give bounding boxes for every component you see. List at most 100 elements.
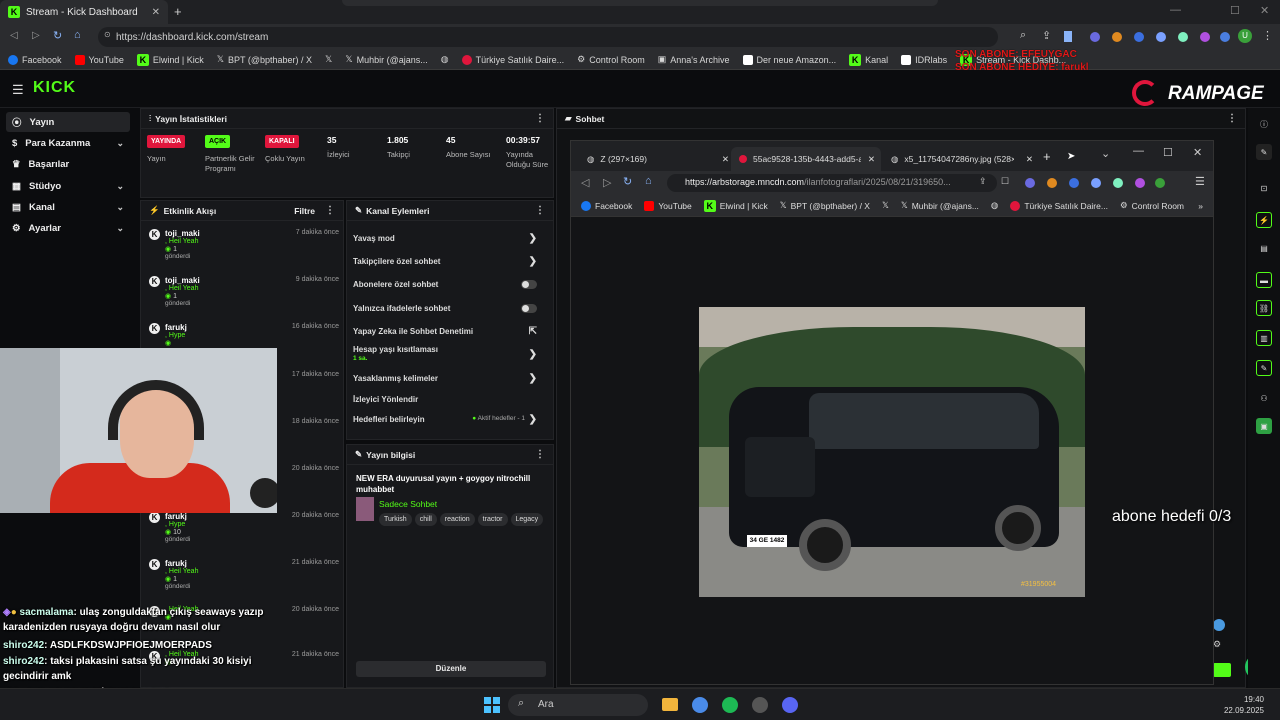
clock[interactable]: 19:40 22.09.2025 bbox=[1214, 694, 1264, 716]
bookmark-icon[interactable]: ☐ bbox=[1001, 176, 1009, 187]
extension-icon[interactable] bbox=[1113, 178, 1123, 188]
scroll-icon[interactable] bbox=[1213, 619, 1225, 631]
sidebar-item-studyo[interactable]: ▦ Stüdyo ⌄ bbox=[6, 176, 130, 196]
taskbar-search[interactable]: ⌕ Ara bbox=[508, 694, 648, 716]
forward-icon[interactable]: ▷ bbox=[603, 176, 611, 189]
action-item[interactable]: Yapay Zeka ile Sohbet Denetimi ⇱ bbox=[347, 320, 543, 342]
category-name[interactable]: Sadece Sohbet bbox=[379, 499, 437, 509]
new-tab-icon[interactable]: + bbox=[1043, 149, 1051, 164]
browser-tab-kick[interactable]: K Stream - Kick Dashboard ✕ bbox=[0, 0, 168, 24]
bookmark-control-room[interactable]: ⚙ Control Room bbox=[577, 54, 645, 65]
kebab-icon[interactable]: ⋮ bbox=[535, 205, 545, 216]
bookmark-bpt[interactable]: 𝕏 BPT (@bpthaber) / X bbox=[780, 200, 870, 211]
sidebar-item-para-kazanma[interactable]: $ Para Kazanma ⌄ bbox=[6, 133, 130, 153]
bookmark-youtube[interactable]: YouTube bbox=[644, 200, 692, 211]
bookmark-icon[interactable] bbox=[1064, 31, 1072, 42]
extension-icon[interactable] bbox=[1200, 32, 1210, 42]
sidebar-item-ayarlar[interactable]: ⚙ Ayarlar ⌄ bbox=[6, 218, 130, 238]
back-icon[interactable]: ◁ bbox=[10, 30, 18, 41]
action-item[interactable]: Yalnızca ifadelerle sohbet bbox=[347, 297, 543, 319]
bookmark-kanal[interactable]: K Kanal bbox=[849, 53, 888, 66]
extension-icon[interactable] bbox=[1134, 32, 1144, 42]
bookmark-x[interactable]: 𝕏 bbox=[882, 200, 889, 211]
windows-start-icon[interactable] bbox=[484, 697, 500, 713]
obs-icon[interactable] bbox=[752, 697, 768, 713]
extension-icon[interactable] bbox=[1047, 178, 1057, 188]
site-info-icon[interactable]: ⊙ bbox=[104, 30, 111, 39]
bookmark-elwind[interactable]: K Elwind | Kick bbox=[136, 53, 204, 66]
bookmark-x[interactable]: 𝕏 bbox=[325, 54, 332, 65]
close-tab-icon[interactable]: ✕ bbox=[722, 154, 729, 165]
link-icon[interactable]: ⛓ bbox=[1256, 300, 1272, 316]
layout-icon[interactable]: ▥ bbox=[1256, 330, 1272, 346]
spotify-icon[interactable] bbox=[722, 697, 738, 713]
chrome-icon[interactable] bbox=[692, 697, 708, 713]
profile-avatar[interactable]: U bbox=[1238, 29, 1252, 43]
wrench-icon[interactable]: ✎ bbox=[1256, 360, 1272, 376]
tab-search-icon[interactable]: ⌄ bbox=[1101, 147, 1110, 160]
url-field[interactable]: ⊙ https://dashboard.kick.com/stream bbox=[98, 27, 998, 47]
bookmark-idrlabs[interactable]: IDRlabs bbox=[901, 54, 947, 65]
reload-icon[interactable]: ↻ bbox=[623, 175, 632, 188]
forward-icon[interactable]: ▷ bbox=[32, 30, 40, 41]
chat-icon[interactable]: ▬ bbox=[1256, 272, 1272, 288]
edit-button[interactable]: Düzenle bbox=[356, 661, 546, 677]
bookmark-daire[interactable]: Türkiye Satılık Daire... bbox=[461, 54, 564, 65]
info-icon[interactable]: ⓘ bbox=[1256, 116, 1272, 132]
send-button[interactable] bbox=[1213, 663, 1231, 677]
bookmark-globe[interactable]: ◍ bbox=[441, 54, 449, 65]
back-icon[interactable]: ◁ bbox=[581, 176, 589, 189]
action-item[interactable]: Yavaş mod ❯ bbox=[347, 227, 543, 249]
popup-tab-3[interactable]: ◍ x5_11754047286ny.jpg (528× ✕ bbox=[883, 147, 1033, 171]
extension-icon[interactable] bbox=[1069, 178, 1079, 188]
menu-icon[interactable]: ☰ bbox=[1195, 175, 1205, 188]
extension-icon[interactable] bbox=[1090, 32, 1100, 42]
action-item[interactable]: Abonelere özel sohbet bbox=[347, 273, 543, 295]
action-item[interactable]: İzleyici Yönlendir bbox=[347, 388, 543, 410]
search-icon[interactable]: ⌕ bbox=[1020, 29, 1026, 42]
bookmark-daire[interactable]: Türkiye Satılık Daire... bbox=[1010, 200, 1108, 211]
bookmark-amazon[interactable]: Der neue Amazon... bbox=[742, 54, 836, 65]
sidebar-item-kanal[interactable]: ▤ Kanal ⌄ bbox=[6, 197, 130, 217]
close-tab-icon[interactable]: ✕ bbox=[152, 7, 160, 18]
share-icon[interactable]: ⇪ bbox=[979, 176, 987, 187]
sidepanel-icon[interactable] bbox=[1220, 32, 1230, 42]
toggle-switch[interactable] bbox=[521, 303, 537, 313]
kebab-icon[interactable]: ⋮ bbox=[535, 449, 545, 460]
home-icon[interactable]: ⌂ bbox=[645, 175, 652, 187]
extension-icon[interactable] bbox=[1178, 32, 1188, 42]
bookmark-muhbir[interactable]: 𝕏 Muhbir (@ajans... bbox=[345, 54, 427, 65]
discord-icon[interactable] bbox=[782, 697, 798, 713]
bookmark-facebook[interactable]: Facebook bbox=[8, 54, 62, 65]
bookmark-globe[interactable]: ◍ bbox=[991, 200, 998, 211]
sidebar-item-basarilar[interactable]: ♛ Başarılar bbox=[6, 154, 130, 174]
maximize-icon[interactable]: ☐ bbox=[1163, 146, 1173, 159]
close-tab-icon[interactable]: ✕ bbox=[868, 154, 881, 165]
bolt-icon[interactable]: ⚡ bbox=[1256, 212, 1272, 228]
minimize-icon[interactable]: — bbox=[1170, 4, 1181, 16]
kick-logo[interactable]: KICK bbox=[33, 79, 76, 97]
more-bookmarks-icon[interactable]: » bbox=[1198, 201, 1213, 211]
extension-icon[interactable] bbox=[1025, 178, 1035, 188]
close-window-icon[interactable]: ✕ bbox=[1193, 146, 1202, 159]
home-icon[interactable]: ⌂ bbox=[74, 29, 81, 41]
app-icon[interactable]: ▣ bbox=[1256, 418, 1272, 434]
puzzle-icon[interactable] bbox=[1156, 32, 1166, 42]
action-item[interactable]: Hesap yaşı kısıtlaması 1 sa. ❯ bbox=[347, 343, 543, 365]
action-item[interactable]: Yasaklanmış kelimeler ❯ bbox=[347, 367, 543, 389]
bookmark-muhbir[interactable]: 𝕏 Muhbir (@ajans... bbox=[901, 200, 979, 211]
file-explorer-icon[interactable] bbox=[662, 698, 678, 711]
settings-icon[interactable]: ⚙ bbox=[1213, 639, 1221, 650]
action-item[interactable]: Takipçilere özel sohbet ❯ bbox=[347, 250, 543, 272]
scene-icon[interactable]: ⊡ bbox=[1256, 180, 1272, 196]
extension-icon[interactable] bbox=[1112, 32, 1122, 42]
minimize-icon[interactable]: — bbox=[1133, 145, 1144, 157]
profile-avatar[interactable] bbox=[1155, 178, 1165, 188]
bookmark-annas[interactable]: ▣ Anna's Archive bbox=[658, 54, 730, 65]
menu-icon[interactable]: ⋮ bbox=[1262, 29, 1273, 42]
bookmark-control-room[interactable]: ⚙ Control Room bbox=[1120, 200, 1184, 211]
reload-icon[interactable]: ↻ bbox=[53, 29, 62, 42]
share-icon[interactable]: ⚇ bbox=[1256, 390, 1272, 406]
bookmark-facebook[interactable]: Facebook bbox=[581, 200, 632, 211]
bookmark-youtube[interactable]: YouTube bbox=[74, 54, 124, 65]
